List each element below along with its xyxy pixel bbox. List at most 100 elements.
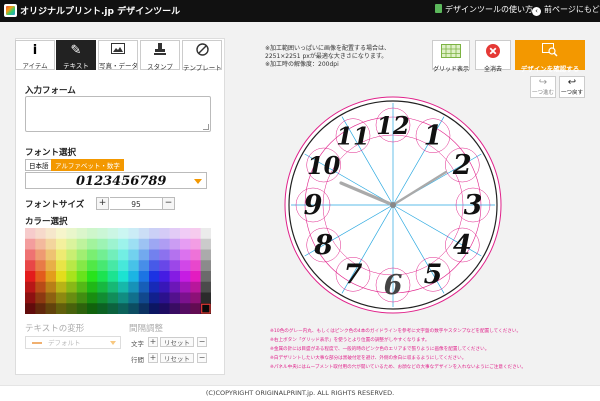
color-swatch[interactable] bbox=[45, 271, 57, 283]
font-dropdown[interactable]: 0123456789 bbox=[25, 172, 207, 189]
color-swatch[interactable] bbox=[159, 292, 170, 304]
color-swatch[interactable] bbox=[25, 260, 36, 272]
text-input[interactable] bbox=[25, 96, 211, 132]
decrease-size-button[interactable]: − bbox=[162, 197, 175, 210]
color-swatch[interactable] bbox=[180, 303, 191, 314]
color-swatch[interactable] bbox=[45, 228, 57, 240]
color-swatch[interactable] bbox=[200, 292, 211, 304]
color-swatch[interactable] bbox=[87, 292, 98, 304]
color-swatch[interactable] bbox=[128, 238, 139, 250]
color-swatch[interactable] bbox=[66, 238, 77, 250]
color-swatch[interactable] bbox=[128, 271, 139, 283]
color-swatch[interactable] bbox=[190, 238, 201, 250]
grid-toggle-button[interactable]: グリッド表示 bbox=[432, 40, 470, 73]
clock-number[interactable]: 10 bbox=[307, 151, 341, 180]
color-swatch[interactable] bbox=[200, 249, 211, 261]
color-swatch[interactable] bbox=[138, 281, 150, 293]
color-swatch[interactable] bbox=[149, 249, 160, 261]
color-swatch[interactable] bbox=[190, 271, 201, 283]
color-swatch[interactable] bbox=[128, 260, 139, 272]
color-swatch[interactable] bbox=[118, 249, 129, 261]
color-swatch[interactable] bbox=[200, 281, 211, 293]
color-swatch[interactable] bbox=[76, 292, 88, 304]
color-swatch[interactable] bbox=[138, 303, 150, 314]
color-swatch[interactable] bbox=[149, 228, 160, 240]
color-swatch[interactable] bbox=[25, 303, 36, 314]
increase-size-button[interactable]: + bbox=[96, 197, 109, 210]
color-swatch[interactable] bbox=[45, 238, 57, 250]
line-spacing-reset-button[interactable]: リセット bbox=[160, 353, 194, 363]
color-swatch[interactable] bbox=[169, 303, 181, 314]
char-spacing-plus-button[interactable]: + bbox=[148, 337, 158, 347]
font-tab-alphanumeric[interactable]: アルファベット・数字 bbox=[51, 159, 124, 171]
color-swatch[interactable] bbox=[45, 292, 57, 304]
color-swatch[interactable] bbox=[76, 260, 88, 272]
color-swatch[interactable] bbox=[149, 260, 160, 272]
back-link[interactable]: ‹前ページにもどる bbox=[532, 4, 600, 16]
char-spacing-reset-button[interactable]: リセット bbox=[160, 337, 194, 347]
color-swatch[interactable] bbox=[87, 238, 98, 250]
clock-number[interactable]: 2 bbox=[452, 150, 472, 181]
color-swatch[interactable] bbox=[66, 249, 77, 261]
color-swatch[interactable] bbox=[180, 292, 191, 304]
color-swatch[interactable] bbox=[66, 228, 77, 240]
color-swatch[interactable] bbox=[66, 281, 77, 293]
clock-number[interactable]: 1 bbox=[424, 121, 443, 152]
color-swatch[interactable] bbox=[87, 303, 98, 314]
color-swatch[interactable] bbox=[35, 228, 46, 240]
font-tab-japanese[interactable]: 日本語 bbox=[25, 159, 53, 171]
color-swatch[interactable] bbox=[45, 260, 57, 272]
color-swatch[interactable] bbox=[97, 260, 108, 272]
color-swatch[interactable] bbox=[149, 271, 160, 283]
color-swatch[interactable] bbox=[200, 238, 211, 250]
color-swatch[interactable] bbox=[87, 271, 98, 283]
tab-template[interactable]: テンプレート bbox=[182, 40, 222, 72]
color-swatch[interactable] bbox=[25, 249, 36, 261]
color-swatch[interactable] bbox=[76, 281, 88, 293]
color-swatch[interactable] bbox=[169, 249, 181, 261]
color-swatch[interactable] bbox=[107, 303, 119, 314]
color-swatch[interactable] bbox=[97, 292, 108, 304]
resize-grip-icon[interactable] bbox=[203, 124, 209, 130]
color-swatch[interactable] bbox=[180, 260, 191, 272]
color-swatch[interactable] bbox=[159, 238, 170, 250]
color-swatch[interactable] bbox=[97, 249, 108, 261]
color-swatch[interactable] bbox=[138, 238, 150, 250]
color-swatch[interactable] bbox=[128, 303, 139, 314]
color-swatch[interactable] bbox=[159, 303, 170, 314]
clock-number[interactable]: 11 bbox=[336, 122, 369, 151]
color-swatch[interactable] bbox=[45, 303, 57, 314]
color-swatch[interactable] bbox=[35, 292, 46, 304]
color-swatch[interactable] bbox=[200, 271, 211, 283]
color-swatch[interactable] bbox=[107, 249, 119, 261]
color-swatch[interactable] bbox=[128, 228, 139, 240]
color-swatch[interactable] bbox=[97, 238, 108, 250]
color-swatch[interactable] bbox=[35, 281, 46, 293]
color-swatch[interactable] bbox=[159, 271, 170, 283]
color-swatch[interactable] bbox=[190, 292, 201, 304]
color-swatch[interactable] bbox=[118, 292, 129, 304]
color-swatch[interactable] bbox=[138, 260, 150, 272]
color-swatch[interactable] bbox=[87, 260, 98, 272]
color-swatch[interactable] bbox=[180, 249, 191, 261]
color-swatch[interactable] bbox=[66, 303, 77, 314]
color-swatch[interactable] bbox=[25, 238, 36, 250]
color-swatch[interactable] bbox=[35, 238, 46, 250]
color-swatch[interactable] bbox=[180, 271, 191, 283]
color-swatch[interactable] bbox=[56, 292, 67, 304]
color-swatch[interactable] bbox=[76, 249, 88, 261]
color-swatch[interactable] bbox=[138, 249, 150, 261]
color-swatch[interactable] bbox=[128, 281, 139, 293]
color-swatch[interactable] bbox=[87, 249, 98, 261]
clock-number[interactable]: 6 bbox=[384, 270, 403, 301]
color-palette[interactable] bbox=[25, 228, 211, 314]
color-swatch[interactable] bbox=[97, 303, 108, 314]
color-swatch[interactable] bbox=[35, 271, 46, 283]
color-swatch[interactable] bbox=[35, 249, 46, 261]
color-swatch[interactable] bbox=[66, 271, 77, 283]
clock-number[interactable]: 3 bbox=[464, 190, 483, 221]
color-swatch[interactable] bbox=[118, 228, 129, 240]
color-swatch[interactable] bbox=[25, 228, 36, 240]
color-swatch[interactable] bbox=[138, 292, 150, 304]
clock-number[interactable]: 9 bbox=[304, 190, 323, 221]
